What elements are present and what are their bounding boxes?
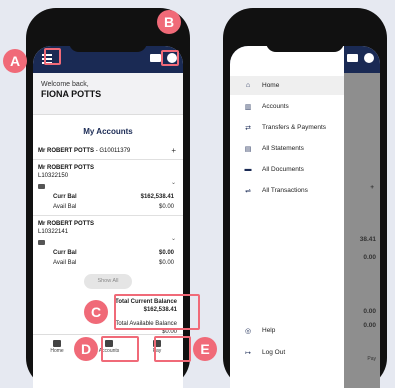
behind-value: 0.00 <box>363 322 376 329</box>
account-group-header[interactable]: Mr ROBERT POTTS - G10011379 <box>38 148 178 154</box>
menu-item-help[interactable]: ◎ Help <box>230 321 344 340</box>
highlight-pay-nav <box>154 336 191 362</box>
chevron-down-icon[interactable]: ⌄ <box>171 235 176 242</box>
callout-c: C <box>84 300 108 324</box>
group-holder: Mr ROBERT POTTS <box>38 148 95 154</box>
callout-d: D <box>74 337 98 361</box>
account-holder: Mr ROBERT POTTS <box>38 221 95 227</box>
available-balance-row: Avail Bal $0.00 <box>53 204 174 210</box>
menu-screen: + 38.41 0.00 0.00 0.00 Pay ⌂ Home ▥ Accoun… <box>230 46 380 388</box>
menu-item-logout[interactable]: ↦ Log Out <box>230 343 344 362</box>
help-icon: ◎ <box>244 327 252 335</box>
home-icon <box>53 340 61 347</box>
callout-b: B <box>157 10 181 34</box>
expand-group-icon[interactable]: + <box>171 146 176 155</box>
menu-item-transfers[interactable]: ⇄ Transfers & Payments <box>230 118 344 137</box>
bank-icon: ▥ <box>244 103 252 111</box>
folder-icon[interactable] <box>38 184 45 189</box>
account-holder: Mr ROBERT POTTS <box>38 165 95 171</box>
phone-right: + 38.41 0.00 0.00 0.00 Pay ⌂ Home ▥ Accoun… <box>223 8 387 388</box>
current-balance-row: Curr Bal $162,538.41 <box>53 194 174 200</box>
account-number: L10322141 <box>38 229 69 235</box>
phone-notch <box>266 38 344 52</box>
group-id: - G10011379 <box>95 148 131 154</box>
behind-value: 0.00 <box>363 308 376 315</box>
user-name: FIONA POTTS <box>41 89 102 99</box>
home-icon: ⌂ <box>245 82 251 89</box>
welcome-text: Welcome back, <box>41 81 89 88</box>
current-balance-row: Curr Bal $0.00 <box>53 250 174 256</box>
menu-item-home[interactable]: ⌂ Home <box>230 76 344 95</box>
menu-item-statements[interactable]: ▤ All Statements <box>230 139 344 158</box>
highlight-accounts-nav <box>101 336 139 362</box>
account-number: L10322150 <box>38 173 69 179</box>
nav-drawer: ⌂ Home ▥ Accounts ⇄ Transfers & Payments ▤ A… <box>230 46 344 388</box>
welcome-banner: Welcome back, FIONA POTTS <box>33 73 183 115</box>
chevron-down-icon[interactable]: ⌄ <box>171 179 176 186</box>
document-icon: ▤ <box>244 145 252 153</box>
folder-icon: ▬ <box>244 166 252 173</box>
highlight-totals <box>114 294 200 330</box>
nav-home[interactable]: Home <box>43 340 71 354</box>
my-accounts-title: My Accounts <box>83 127 133 136</box>
transfer-icon: ⇄ <box>245 124 251 132</box>
folder-icon[interactable] <box>38 240 45 245</box>
transactions-icon: ⇌ <box>245 187 251 195</box>
mail-icon <box>347 54 358 62</box>
show-all-button[interactable]: Show All <box>84 274 132 289</box>
divider <box>33 215 183 216</box>
menu-item-documents[interactable]: ▬ All Documents <box>230 160 344 179</box>
behind-value: 38.41 <box>359 236 376 243</box>
mail-icon[interactable] <box>150 54 161 62</box>
divider <box>33 159 183 160</box>
behind-plus: + <box>370 184 374 191</box>
callout-a: A <box>3 49 27 73</box>
phone-notch <box>69 38 147 52</box>
highlight-mail <box>161 50 179 66</box>
profile-icon <box>364 53 374 63</box>
logout-icon: ↦ <box>245 349 251 357</box>
callout-e: E <box>193 337 217 361</box>
behind-value: 0.00 <box>363 254 376 261</box>
highlight-menu <box>44 48 61 65</box>
menu-item-accounts[interactable]: ▥ Accounts <box>230 97 344 116</box>
menu-item-transactions[interactable]: ⇌ All Transactions <box>230 181 344 200</box>
behind-pay: Pay <box>367 356 376 362</box>
available-balance-row: Avail Bal $0.00 <box>53 260 174 266</box>
